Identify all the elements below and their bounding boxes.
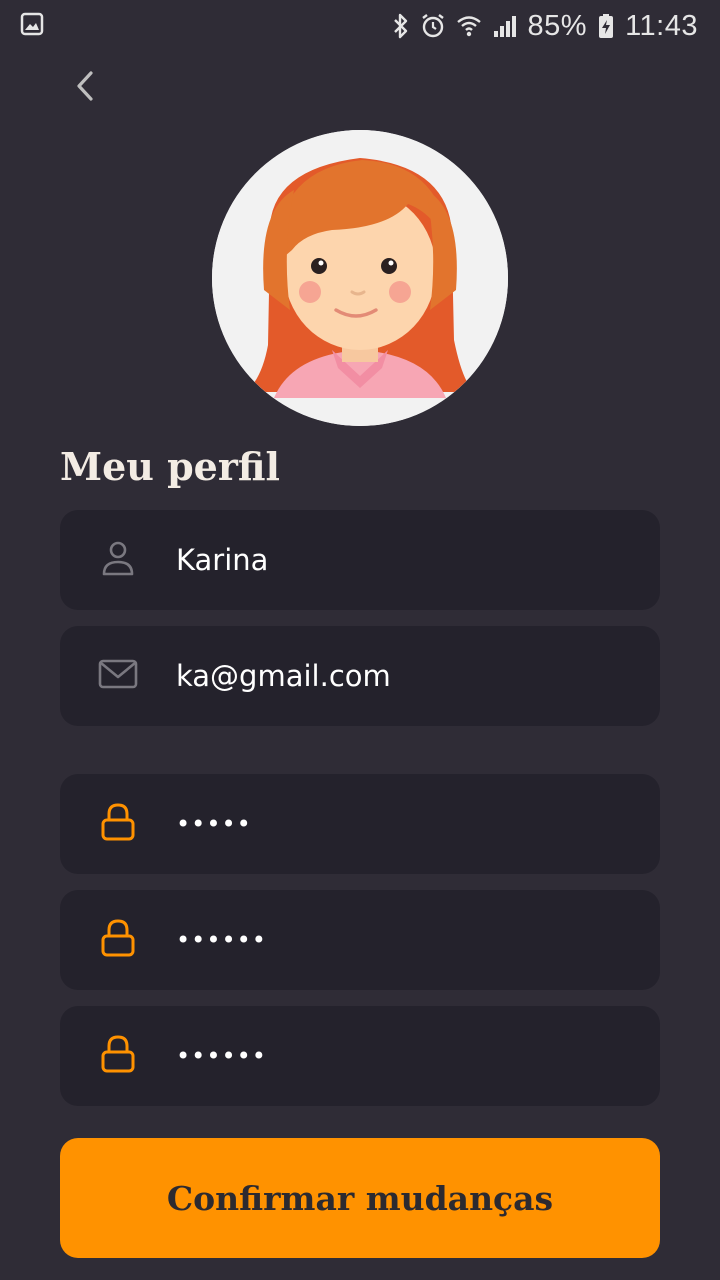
new-password-field[interactable] bbox=[60, 890, 660, 990]
wifi-icon bbox=[456, 12, 482, 40]
battery-percent: 85% bbox=[527, 9, 588, 42]
chevron-left-icon bbox=[69, 68, 99, 109]
email-field[interactable] bbox=[60, 626, 660, 726]
back-button[interactable] bbox=[58, 62, 110, 114]
lock-icon bbox=[100, 802, 136, 847]
bluetooth-icon bbox=[392, 12, 410, 40]
mail-icon bbox=[98, 658, 138, 695]
confirm-changes-button[interactable]: Confirmar mudanças bbox=[60, 1138, 660, 1258]
status-left bbox=[20, 12, 44, 41]
new-password-input[interactable] bbox=[176, 926, 616, 954]
status-right: 85% 11:43 bbox=[392, 10, 698, 43]
avatar[interactable] bbox=[212, 130, 508, 426]
avatar-illustration bbox=[212, 130, 508, 426]
lock-icon bbox=[100, 1034, 136, 1079]
battery-charging-icon bbox=[597, 12, 615, 40]
gallery-icon bbox=[20, 12, 44, 41]
status-bar: 85% 11:43 bbox=[0, 0, 720, 52]
field-icon-wrapper bbox=[60, 890, 176, 990]
field-icon-wrapper bbox=[60, 1006, 176, 1106]
current-password-input[interactable] bbox=[176, 810, 616, 838]
user-icon bbox=[101, 540, 135, 581]
field-icon-wrapper bbox=[60, 510, 176, 610]
alarm-icon bbox=[420, 12, 446, 40]
lock-icon bbox=[100, 918, 136, 963]
name-input[interactable] bbox=[176, 543, 616, 577]
confirm-password-field[interactable] bbox=[60, 1006, 660, 1106]
name-field[interactable] bbox=[60, 510, 660, 610]
field-icon-wrapper bbox=[60, 626, 176, 726]
current-password-field[interactable] bbox=[60, 774, 660, 874]
clock: 11:43 bbox=[625, 9, 698, 42]
field-icon-wrapper bbox=[60, 774, 176, 874]
confirm-password-input[interactable] bbox=[176, 1042, 616, 1070]
signal-icon bbox=[492, 12, 518, 40]
email-input[interactable] bbox=[176, 659, 616, 693]
page-title: Meu perfil bbox=[60, 444, 280, 489]
